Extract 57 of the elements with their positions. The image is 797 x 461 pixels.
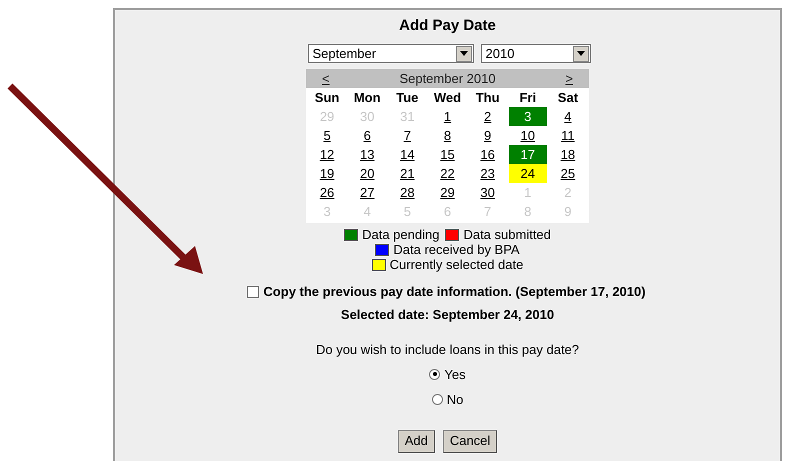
copy-checkbox[interactable] bbox=[247, 286, 260, 298]
day-link[interactable]: 16 bbox=[480, 144, 495, 164]
day-link[interactable]: 12 bbox=[320, 144, 334, 164]
day-link[interactable]: 4 bbox=[564, 106, 572, 126]
year-select[interactable]: 2010 bbox=[480, 44, 590, 63]
weekday-header: Wed bbox=[432, 88, 462, 107]
day-link[interactable]: 22 bbox=[440, 164, 455, 184]
month-select[interactable]: September bbox=[308, 44, 474, 63]
day-link[interactable]: 15 bbox=[440, 144, 455, 164]
dialog-button[interactable]: Add bbox=[398, 430, 435, 452]
day-link[interactable]: 29 bbox=[440, 182, 455, 202]
legend-label: Data received by BPA bbox=[393, 242, 520, 257]
weekday-header: Sat bbox=[556, 88, 580, 107]
highlighted-day[interactable]: 24 bbox=[508, 164, 547, 183]
day-link[interactable]: 27 bbox=[360, 182, 374, 202]
selected-date: Selected date: September 24, 2010 bbox=[340, 306, 554, 324]
radio-label: No bbox=[446, 391, 464, 409]
day-link[interactable]: 30 bbox=[480, 182, 495, 202]
weekday-header: Tue bbox=[395, 88, 420, 107]
highlighted-day[interactable]: 3 bbox=[508, 107, 547, 126]
radio-button[interactable] bbox=[432, 394, 443, 406]
day-link[interactable]: 23 bbox=[480, 164, 495, 184]
day-link[interactable]: 11 bbox=[561, 126, 575, 146]
loans-question: Do you wish to include loans in this pay date? bbox=[316, 341, 580, 359]
day-link[interactable]: 13 bbox=[360, 144, 374, 164]
highlighted-day[interactable]: 17 bbox=[508, 145, 547, 164]
next-month-link[interactable]: > bbox=[565, 68, 573, 88]
day-link[interactable]: 18 bbox=[560, 144, 576, 164]
day-link[interactable]: 8 bbox=[444, 126, 452, 146]
day-link[interactable]: 1 bbox=[444, 106, 452, 126]
day-link[interactable]: 10 bbox=[520, 126, 535, 146]
legend-label: Currently selected date bbox=[390, 257, 524, 272]
day-link[interactable]: 26 bbox=[320, 182, 334, 202]
day-link[interactable]: 21 bbox=[400, 164, 415, 184]
day-link[interactable]: 2 bbox=[484, 106, 492, 126]
day-link[interactable]: 25 bbox=[560, 164, 576, 184]
weekday-header: Mon bbox=[352, 88, 382, 107]
day-link[interactable]: 28 bbox=[400, 182, 415, 202]
weekday-header: Sun bbox=[314, 88, 340, 107]
copy-label: Copy the previous pay date information. (September 17, 2010) bbox=[263, 283, 646, 301]
day-link[interactable]: 14 bbox=[400, 144, 415, 164]
day-link[interactable]: 20 bbox=[360, 164, 374, 184]
day-link[interactable]: 19 bbox=[320, 164, 334, 184]
previous-month-link[interactable]: < bbox=[322, 68, 330, 88]
legend-label: Data submitted bbox=[463, 227, 551, 242]
legend-label: Data pending bbox=[362, 227, 440, 242]
day-link[interactable]: 5 bbox=[323, 126, 331, 146]
day-link[interactable]: 7 bbox=[404, 126, 411, 146]
dialog-button[interactable]: Cancel bbox=[442, 430, 498, 452]
day-link[interactable]: 6 bbox=[364, 126, 371, 146]
weekday-header: Fri bbox=[518, 88, 538, 107]
dialog-title: Add Pay Date bbox=[399, 16, 496, 36]
day-link[interactable]: 9 bbox=[484, 126, 492, 146]
radio-button[interactable] bbox=[429, 368, 440, 380]
month-caption: September 2010 bbox=[399, 70, 496, 88]
weekday-header: Thu bbox=[474, 88, 501, 107]
radio-label: Yes bbox=[444, 366, 466, 384]
